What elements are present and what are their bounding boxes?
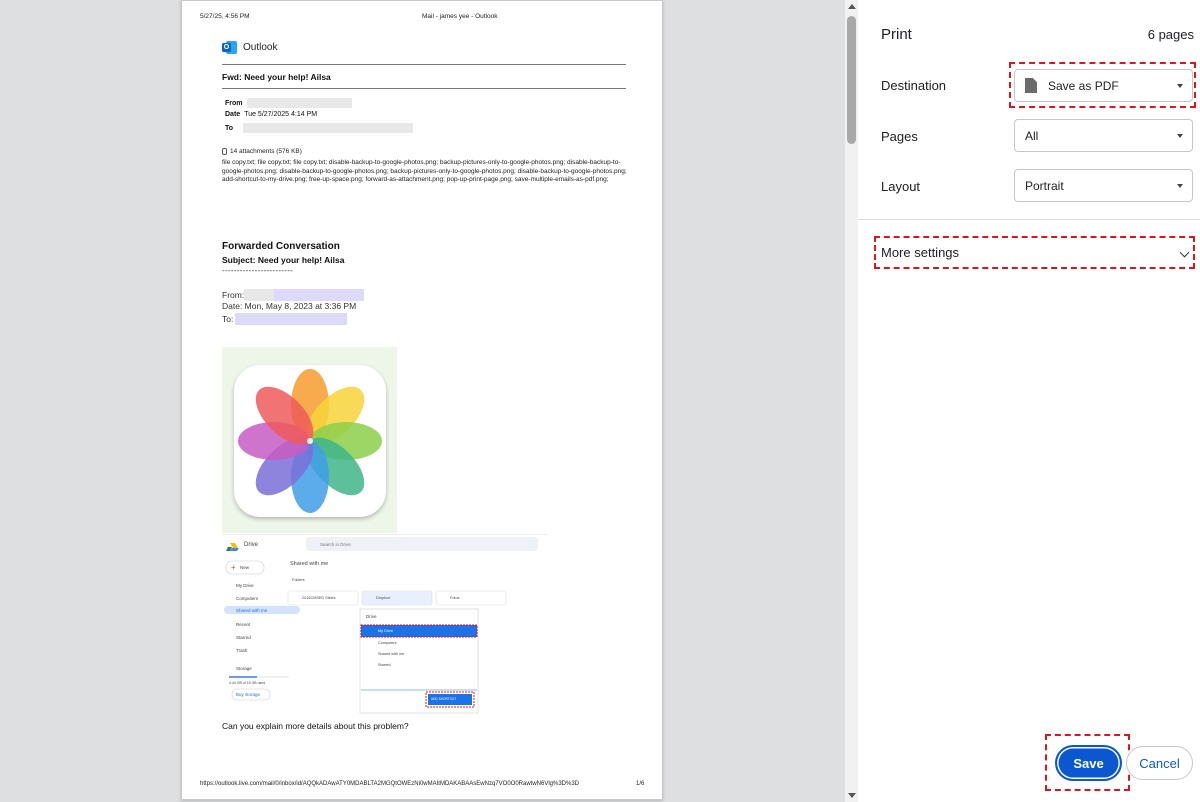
attachments-count: 14 attachments (576 KB)	[230, 148, 302, 155]
drive-new: New	[240, 565, 250, 570]
redacted-email	[274, 289, 365, 301]
photos-app-image	[222, 347, 397, 533]
drive-buy-storage: Buy storage	[236, 692, 261, 697]
redacted-email	[235, 313, 348, 325]
outlook-name: Outlook	[243, 42, 278, 53]
attachment-icon	[222, 148, 227, 155]
drive-folder: 2016CMSED Slides	[302, 596, 336, 600]
date-row: Date Tue 5/27/2025 4:14 PM	[225, 111, 317, 118]
print-header-title: Mail - james yee - Outlook	[422, 13, 498, 20]
forwarded-title: Forwarded Conversation	[222, 241, 340, 252]
forwarded-from: From:	[222, 289, 365, 301]
print-title: Print	[881, 26, 912, 43]
drive-popup-item: Shared with me	[378, 652, 405, 656]
forwarded-date: Date: Mon, May 8, 2023 at 3:36 PM	[222, 301, 357, 311]
drive-popup-item: Computers	[378, 641, 397, 645]
drive-folder: Fotos	[450, 596, 460, 600]
to-row: To	[225, 123, 414, 133]
highlight-box	[874, 236, 1195, 269]
drive-search: Search in Drive	[320, 542, 351, 547]
svg-text:+: +	[231, 563, 236, 572]
drive-folders-label: Folders	[292, 578, 305, 582]
redacted-sender	[246, 98, 352, 108]
email-subject: Fwd: Need your help! Ailsa	[222, 72, 331, 82]
dropdown-caret-icon	[1177, 184, 1183, 188]
dropdown-caret-icon	[1177, 134, 1183, 138]
save-button[interactable]: Save	[1055, 745, 1122, 781]
preview-page: 5/27/25, 4:56 PM Mail - james yee - Outl…	[181, 0, 663, 800]
drive-nav-item: Recent	[236, 622, 251, 627]
forwarded-to-label: To:	[222, 314, 234, 324]
drive-nav-item: Trash	[236, 648, 248, 653]
attachments-list: file copy.txt; file copy.txt; file copy.…	[222, 159, 627, 184]
drive-popup-item: My Drive	[378, 629, 393, 633]
print-footer-page: 1/6	[636, 781, 645, 787]
drive-section: Shared with me	[290, 561, 329, 567]
from-label: From	[225, 99, 243, 107]
separator-dashes: ------------------------	[222, 266, 294, 275]
panel-divider	[858, 219, 1200, 220]
divider	[222, 64, 626, 65]
drive-popup-title: Drive	[366, 614, 377, 619]
forwarded-to: To:	[222, 313, 348, 325]
print-settings-panel: Print 6 pages Destination Save as PDF Pa…	[858, 0, 1200, 802]
drive-screenshot: + Drive Search in Drive New My Drive Com…	[222, 534, 548, 714]
drive-nav-item: Starred	[236, 635, 251, 640]
drive-nav-item: My Drive	[236, 583, 254, 588]
drive-folder: Dropbox	[376, 596, 391, 600]
print-header-date: 5/27/25, 4:56 PM	[200, 13, 250, 20]
print-footer-url: https://outlook.live.com/mail/0/inbox/id…	[200, 781, 580, 787]
forwarded-subject: Subject: Need your help! Ailsa	[222, 255, 345, 265]
scrollbar-thumb[interactable]	[847, 16, 856, 144]
page-count: 6 pages	[1147, 27, 1194, 42]
layout-value: Portrait	[1025, 178, 1064, 193]
drive-popup-item: Starred	[378, 663, 391, 667]
layout-label: Layout	[881, 179, 921, 194]
destination-label: Destination	[881, 78, 947, 93]
cancel-button[interactable]: Cancel	[1126, 746, 1193, 780]
attachments-summary: 14 attachments (576 KB)	[222, 148, 302, 155]
from-row: From	[225, 98, 352, 108]
preview-scrollbar[interactable]	[845, 0, 858, 802]
highlight-box	[1009, 62, 1196, 108]
outlook-icon: O	[222, 40, 237, 55]
pages-label: Pages	[881, 129, 918, 144]
drive-popup-button: ADD SHORTCUT	[431, 697, 457, 701]
to-label: To	[225, 124, 234, 132]
redacted-recipient	[243, 123, 414, 133]
forwarded-from-label: From:	[222, 290, 245, 300]
drive-nav-item: Shared with me	[236, 608, 268, 613]
drive-nav-item: Storage	[236, 666, 252, 671]
date-value: Tue 5/27/2025 4:14 PM	[244, 111, 318, 118]
drive-nav-item: Computers	[236, 596, 259, 601]
date-label: Date	[225, 111, 241, 118]
outlook-brand: O Outlook	[222, 40, 277, 55]
drive-app-name: Drive	[244, 542, 259, 548]
photos-icon	[234, 365, 386, 517]
divider	[222, 88, 626, 89]
print-preview-area: 5/27/25, 4:56 PM Mail - james yee - Outl…	[0, 0, 845, 802]
pages-value: All	[1025, 128, 1039, 143]
redacted-name	[244, 289, 275, 301]
drive-storage-text: 4.44 GB of 15 GB used	[229, 681, 266, 685]
email-question: Can you explain more details about this …	[222, 721, 409, 731]
scroll-down-arrow-icon[interactable]	[848, 793, 856, 798]
layout-select[interactable]: Portrait	[1014, 169, 1193, 202]
scroll-up-arrow-icon[interactable]	[848, 4, 856, 9]
pages-select[interactable]: All	[1014, 119, 1193, 152]
